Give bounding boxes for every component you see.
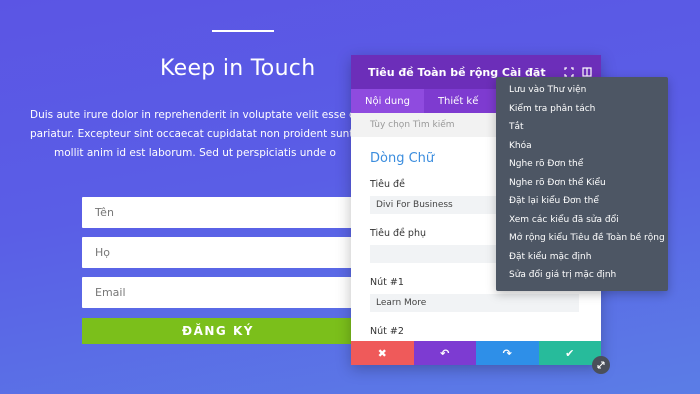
check-icon: ✔ bbox=[565, 346, 575, 360]
title-divider bbox=[212, 30, 274, 32]
resize-handle-icon[interactable] bbox=[592, 356, 610, 374]
surname-field[interactable]: Họ bbox=[82, 237, 354, 268]
paragraph-line: Duis aute irure dolor in reprehenderit i… bbox=[30, 109, 360, 121]
undo-button[interactable]: ↶ bbox=[413, 341, 476, 365]
menu-item-copy-module[interactable]: Nghe rõ Đơn thể bbox=[496, 155, 668, 174]
section-heading: Keep in Touch bbox=[160, 56, 316, 81]
intro-paragraph: Duis aute irure dolor in reprehenderit i… bbox=[30, 106, 360, 163]
email-field[interactable]: Email bbox=[82, 277, 354, 308]
menu-item-copy-module-styles[interactable]: Nghe rõ Đơn thể Kiểu bbox=[496, 174, 668, 193]
name-field[interactable]: Tên bbox=[82, 197, 354, 228]
menu-item-make-default-style[interactable]: Đặt kiểu mặc định bbox=[496, 248, 668, 267]
menu-item-view-modified-styles[interactable]: Xem các kiểu đã sửa đổi bbox=[496, 211, 668, 230]
cancel-button[interactable]: ✖ bbox=[351, 341, 414, 365]
menu-item-edit-default-values[interactable]: Sửa đổi giá trị mặc định bbox=[496, 266, 668, 285]
menu-item-reset-module-styles[interactable]: Đặt lại kiểu Đơn thể bbox=[496, 192, 668, 211]
menu-item-save-to-library[interactable]: Lưu vào Thư viện bbox=[496, 81, 668, 100]
paragraph-line: pariatur. Excepteur sint occaecat cupida… bbox=[30, 128, 360, 140]
context-menu: Lưu vào Thư viện Kiểm tra phân tách Tắt … bbox=[496, 77, 668, 291]
tab-content[interactable]: Nội dung bbox=[351, 89, 424, 113]
paragraph-line: mollit anim id est laborum. Sed ut persp… bbox=[54, 147, 336, 159]
close-icon: ✖ bbox=[377, 346, 387, 360]
menu-item-extend-styles[interactable]: Mở rộng kiểu Tiêu đề Toàn bề rộng bbox=[496, 229, 668, 248]
redo-icon: ↷ bbox=[502, 346, 512, 360]
subscribe-button[interactable]: ĐĂNG KÝ bbox=[82, 318, 354, 344]
tab-design[interactable]: Thiết kế bbox=[424, 89, 492, 113]
menu-item-split-test[interactable]: Kiểm tra phân tách bbox=[496, 100, 668, 119]
panel-footer: ✖ ↶ ↷ ✔ bbox=[351, 341, 601, 365]
button1-input[interactable]: Learn More bbox=[370, 294, 579, 312]
redo-button[interactable]: ↷ bbox=[476, 341, 539, 365]
menu-item-lock[interactable]: Khóa bbox=[496, 137, 668, 156]
menu-item-disable[interactable]: Tắt bbox=[496, 118, 668, 137]
undo-icon: ↶ bbox=[440, 346, 450, 360]
